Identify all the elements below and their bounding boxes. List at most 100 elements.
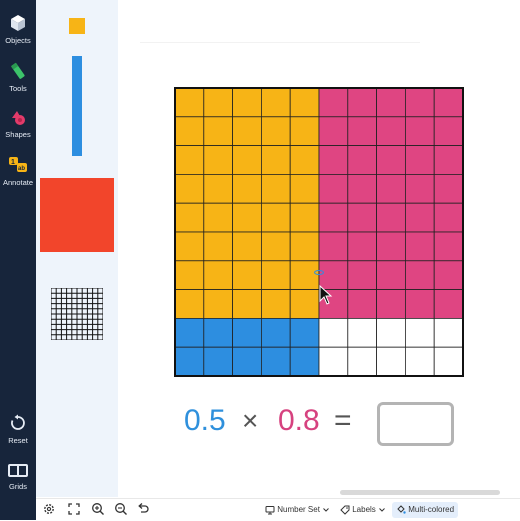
grid-cell[interactable] bbox=[376, 289, 406, 319]
grid-cell[interactable] bbox=[376, 346, 406, 377]
palette-one-block[interactable] bbox=[69, 18, 85, 34]
grid-cell[interactable] bbox=[433, 174, 464, 204]
grid-cell[interactable] bbox=[404, 87, 435, 118]
grid-cell[interactable] bbox=[404, 231, 435, 262]
grid-cell[interactable] bbox=[203, 346, 233, 377]
number-set-dropdown[interactable]: Number Set bbox=[265, 502, 330, 518]
grid-cell[interactable] bbox=[232, 87, 262, 118]
grid-cell[interactable] bbox=[433, 289, 464, 319]
grid-cell[interactable] bbox=[174, 346, 205, 377]
zoom-in-icon[interactable] bbox=[91, 502, 105, 516]
grid-cell[interactable] bbox=[174, 174, 205, 204]
palette-hundredths-grid[interactable] bbox=[51, 288, 103, 340]
grid-cell[interactable] bbox=[404, 260, 435, 291]
grid-cell[interactable] bbox=[433, 202, 464, 233]
grid-cell[interactable] bbox=[347, 346, 378, 377]
palette-tenth-rod[interactable] bbox=[72, 56, 82, 156]
grid-cell[interactable] bbox=[232, 202, 262, 233]
grid-cell[interactable] bbox=[203, 231, 233, 262]
grid-cell[interactable] bbox=[404, 145, 435, 175]
grid-cell[interactable] bbox=[289, 116, 320, 146]
grid-cell[interactable] bbox=[347, 174, 378, 204]
grid-cell[interactable] bbox=[376, 145, 406, 175]
grid-cell[interactable] bbox=[347, 87, 378, 118]
grid-cell[interactable] bbox=[203, 174, 233, 204]
grid-cell[interactable] bbox=[174, 145, 205, 175]
grid-cell[interactable] bbox=[289, 145, 320, 175]
grid-svg[interactable] bbox=[174, 87, 464, 377]
grid-cell[interactable] bbox=[376, 231, 406, 262]
grid-cell[interactable] bbox=[174, 317, 205, 348]
grid-cell[interactable] bbox=[318, 346, 349, 377]
grid-cell[interactable] bbox=[261, 145, 291, 175]
grid-cell[interactable] bbox=[404, 317, 435, 348]
settings-gear-icon[interactable] bbox=[42, 502, 56, 516]
grid-cell[interactable] bbox=[318, 202, 349, 233]
grid-cell[interactable] bbox=[232, 317, 262, 348]
grid-cell[interactable] bbox=[203, 289, 233, 319]
area-model-grid[interactable] bbox=[174, 87, 464, 377]
grid-cell[interactable] bbox=[232, 260, 262, 291]
nav-grids[interactable]: Grids bbox=[0, 462, 36, 491]
grid-cell[interactable] bbox=[289, 317, 320, 348]
grid-cell[interactable] bbox=[174, 116, 205, 146]
grid-cell[interactable] bbox=[404, 289, 435, 319]
answer-input[interactable] bbox=[377, 402, 454, 446]
grid-cell[interactable] bbox=[433, 145, 464, 175]
grid-cell[interactable] bbox=[404, 346, 435, 377]
grid-cell[interactable] bbox=[174, 87, 205, 118]
grid-cell[interactable] bbox=[261, 87, 291, 118]
grid-cell[interactable] bbox=[318, 87, 349, 118]
grid-cell[interactable] bbox=[318, 145, 349, 175]
grid-cell[interactable] bbox=[347, 289, 378, 319]
grid-cell[interactable] bbox=[203, 116, 233, 146]
grid-cell[interactable] bbox=[261, 174, 291, 204]
grid-cell[interactable] bbox=[289, 87, 320, 118]
grid-cell[interactable] bbox=[232, 289, 262, 319]
grid-cell[interactable] bbox=[232, 116, 262, 146]
grid-cell[interactable] bbox=[433, 346, 464, 377]
grid-cell[interactable] bbox=[376, 116, 406, 146]
nav-reset[interactable]: Reset bbox=[0, 414, 36, 445]
grid-cell[interactable] bbox=[261, 260, 291, 291]
undo-icon[interactable] bbox=[136, 502, 150, 516]
grid-cell[interactable] bbox=[433, 87, 464, 118]
grid-cell[interactable] bbox=[289, 231, 320, 262]
grid-cell[interactable] bbox=[289, 174, 320, 204]
grid-cell[interactable] bbox=[433, 317, 464, 348]
grid-cell[interactable] bbox=[174, 202, 205, 233]
grid-cell[interactable] bbox=[174, 260, 205, 291]
grid-cell[interactable] bbox=[203, 145, 233, 175]
grid-cell[interactable] bbox=[261, 231, 291, 262]
grid-cell[interactable] bbox=[318, 317, 349, 348]
grid-cell[interactable] bbox=[289, 346, 320, 377]
grid-cell[interactable] bbox=[261, 289, 291, 319]
labels-dropdown[interactable]: Labels bbox=[340, 502, 386, 518]
nav-shapes[interactable]: Shapes bbox=[0, 108, 36, 139]
grid-cell[interactable] bbox=[376, 174, 406, 204]
grid-cell[interactable] bbox=[404, 202, 435, 233]
grid-cell[interactable] bbox=[232, 174, 262, 204]
zoom-out-icon[interactable] bbox=[114, 502, 128, 516]
grid-cell[interactable] bbox=[376, 317, 406, 348]
grid-cell[interactable] bbox=[289, 202, 320, 233]
grid-cell[interactable] bbox=[347, 202, 378, 233]
fullscreen-icon[interactable] bbox=[67, 502, 81, 516]
grid-cell[interactable] bbox=[404, 116, 435, 146]
grid-cell[interactable] bbox=[232, 231, 262, 262]
grid-cell[interactable] bbox=[347, 231, 378, 262]
grid-cell[interactable] bbox=[261, 346, 291, 377]
grid-cell[interactable] bbox=[203, 87, 233, 118]
grid-cell[interactable] bbox=[232, 346, 262, 377]
grid-cell[interactable] bbox=[347, 260, 378, 291]
grid-cell[interactable] bbox=[174, 231, 205, 262]
grid-cell[interactable] bbox=[318, 231, 349, 262]
grid-cell[interactable] bbox=[261, 116, 291, 146]
grid-cell[interactable] bbox=[232, 145, 262, 175]
grid-cell[interactable] bbox=[261, 317, 291, 348]
palette-hundred-flat[interactable] bbox=[40, 178, 114, 252]
horizontal-scrollbar[interactable] bbox=[340, 490, 500, 495]
grid-cell[interactable] bbox=[404, 174, 435, 204]
grid-cell[interactable] bbox=[318, 174, 349, 204]
grid-cell[interactable] bbox=[347, 317, 378, 348]
